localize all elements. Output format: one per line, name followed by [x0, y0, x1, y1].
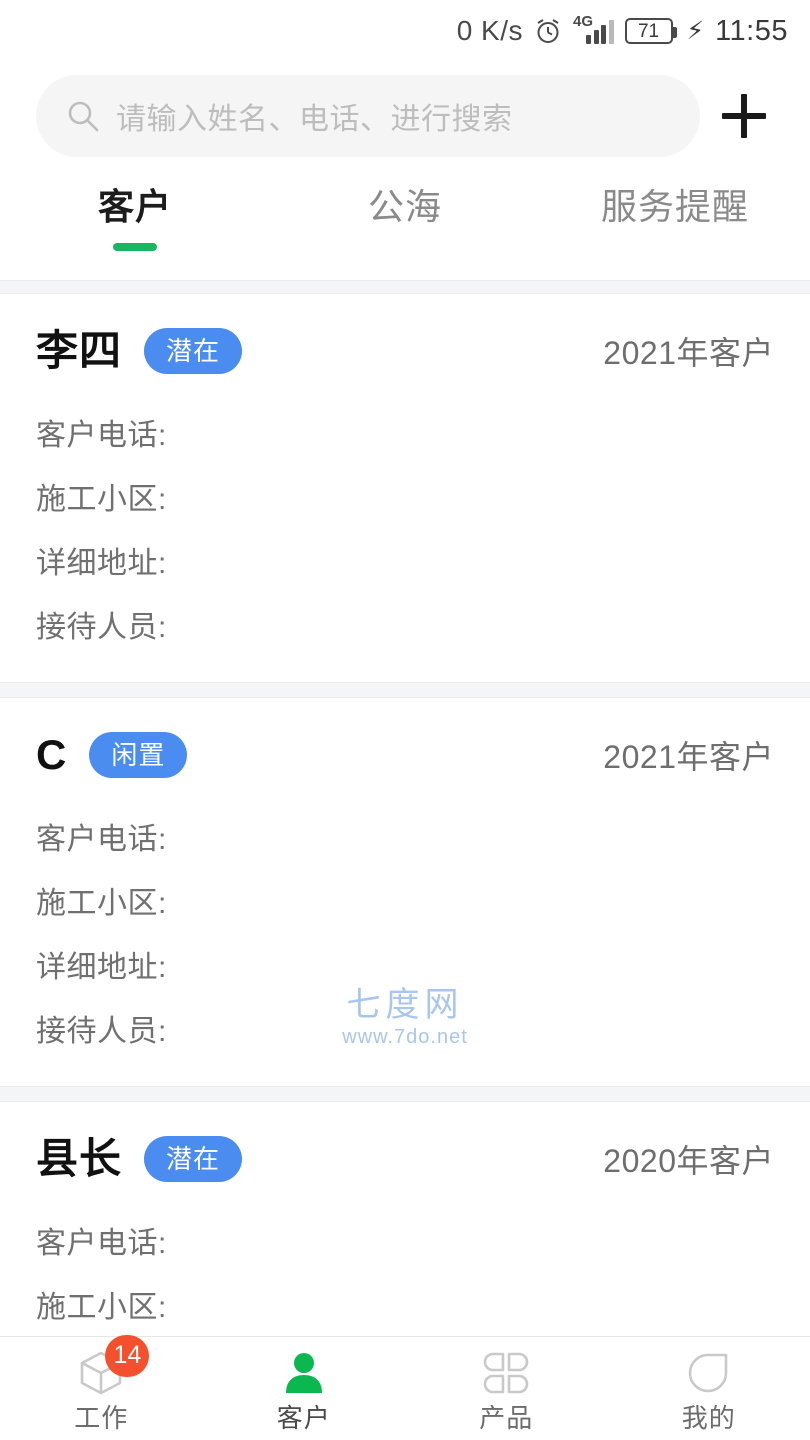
- clock-text: 11:55: [715, 14, 788, 47]
- customer-name: 李四: [36, 327, 123, 374]
- profile-shield-icon: [683, 1347, 735, 1399]
- nav-item-products[interactable]: 产品: [405, 1337, 608, 1440]
- customer-header: 县长 潜在 2020年客户: [36, 1128, 774, 1190]
- battery-level-text: 71: [637, 20, 660, 42]
- nav-item-work[interactable]: 14 工作: [0, 1334, 203, 1440]
- customer-header: C 闲置 2021年客户: [36, 724, 774, 786]
- customer-list[interactable]: 李四 潜在 2021年客户 客户电话: 施工小区: 详细地址: 接待人员: C …: [0, 294, 810, 1336]
- field-label: 施工小区:: [36, 1291, 167, 1324]
- search-row: 请输入姓名、电话、进行搜索: [0, 62, 810, 170]
- field-label: 施工小区:: [36, 887, 167, 920]
- list-item[interactable]: C 闲置 2021年客户 客户电话: 施工小区: 详细地址: 接待人员:: [0, 698, 810, 1086]
- search-placeholder: 请输入姓名、电话、进行搜索: [116, 103, 513, 136]
- nav-label: 客户: [276, 1402, 331, 1433]
- status-badge: 潜在: [144, 1136, 243, 1182]
- field-address: 详细地址:: [36, 936, 774, 1000]
- work-badge-count: 14: [105, 1334, 150, 1377]
- customer-fields: 客户电话: 施工小区: 详细地址: 接待人员:: [36, 1212, 774, 1336]
- nav-label: 产品: [479, 1402, 534, 1433]
- field-phone: 客户电话:: [36, 1212, 774, 1276]
- signal-bars-icon: 4G: [573, 14, 614, 44]
- field-label: 客户电话:: [36, 1227, 167, 1260]
- field-label: 客户电话:: [36, 419, 167, 452]
- tab-public-sea[interactable]: 公海: [270, 176, 540, 251]
- search-input[interactable]: 请输入姓名、电话、进行搜索: [36, 75, 700, 157]
- nav-label: 工作: [74, 1402, 129, 1433]
- field-label: 接待人员:: [36, 1015, 167, 1048]
- grid-petals-icon: [480, 1347, 532, 1399]
- status-badge: 闲置: [89, 732, 188, 778]
- tab-label: 公海: [367, 186, 442, 227]
- tab-label: 服务提醒: [600, 186, 749, 227]
- customer-year: 2020年客户: [603, 1143, 774, 1179]
- list-item[interactable]: 李四 潜在 2021年客户 客户电话: 施工小区: 详细地址: 接待人员:: [0, 294, 810, 682]
- field-phone: 客户电话:: [36, 404, 774, 468]
- customer-name: C: [36, 731, 68, 778]
- charging-bolt-icon: ⚡: [686, 16, 705, 45]
- search-icon: [66, 99, 100, 133]
- list-separator: [0, 1086, 810, 1102]
- nav-label: 我的: [681, 1402, 736, 1433]
- bottom-nav: 14 工作 客户 产品 我的: [0, 1334, 810, 1440]
- field-receptionist: 接待人员:: [36, 596, 774, 660]
- customer-year: 2021年客户: [603, 335, 774, 371]
- nav-item-mine[interactable]: 我的: [608, 1337, 810, 1440]
- alarm-clock-icon: [534, 17, 562, 45]
- tab-service-reminder[interactable]: 服务提醒: [540, 176, 810, 251]
- field-address: 详细地址:: [36, 532, 774, 596]
- tab-customers[interactable]: 客户: [0, 176, 270, 251]
- field-community: 施工小区:: [36, 872, 774, 936]
- list-item[interactable]: 县长 潜在 2020年客户 客户电话: 施工小区: 详细地址: 接待: [0, 1102, 810, 1336]
- section-divider: [0, 280, 810, 294]
- status-bar: 0 K/s 4G 71 ⚡ 11:55: [0, 0, 810, 62]
- field-community: 施工小区:: [36, 1276, 774, 1336]
- tab-active-indicator: [653, 243, 697, 251]
- network-speed-text: 0 K/s: [456, 15, 524, 46]
- tab-label: 客户: [97, 186, 172, 227]
- customer-fields: 客户电话: 施工小区: 详细地址: 接待人员:: [36, 808, 774, 1064]
- field-label: 客户电话:: [36, 823, 167, 856]
- plus-icon: [722, 94, 766, 138]
- field-receptionist: 接待人员:: [36, 1000, 774, 1064]
- add-customer-button[interactable]: [700, 72, 788, 160]
- list-separator: [0, 682, 810, 698]
- field-label: 施工小区:: [36, 483, 167, 516]
- box-icon: 14: [75, 1334, 150, 1399]
- field-label: 详细地址:: [36, 547, 167, 580]
- nav-item-customers[interactable]: 客户: [203, 1337, 406, 1440]
- field-phone: 客户电话:: [36, 808, 774, 872]
- battery-icon: 71: [624, 18, 677, 44]
- field-community: 施工小区:: [36, 468, 774, 532]
- field-label: 详细地址:: [36, 951, 167, 984]
- field-label: 接待人员:: [36, 611, 167, 644]
- customer-name: 县长: [36, 1135, 123, 1182]
- customer-fields: 客户电话: 施工小区: 详细地址: 接待人员:: [36, 404, 774, 660]
- customer-header: 李四 潜在 2021年客户: [36, 320, 774, 382]
- tab-active-indicator: [113, 242, 157, 251]
- tab-bar: 客户 公海 服务提醒: [0, 170, 810, 280]
- app-root: 0 K/s 4G 71 ⚡ 11:55 请输入姓名、电话、进行搜索 客户 公海 …: [0, 0, 810, 1440]
- network-type-text: 4G: [573, 13, 594, 30]
- tab-active-indicator: [383, 243, 427, 251]
- customer-year: 2021年客户: [603, 739, 774, 775]
- status-badge: 潜在: [144, 328, 243, 374]
- person-icon: [278, 1347, 330, 1399]
